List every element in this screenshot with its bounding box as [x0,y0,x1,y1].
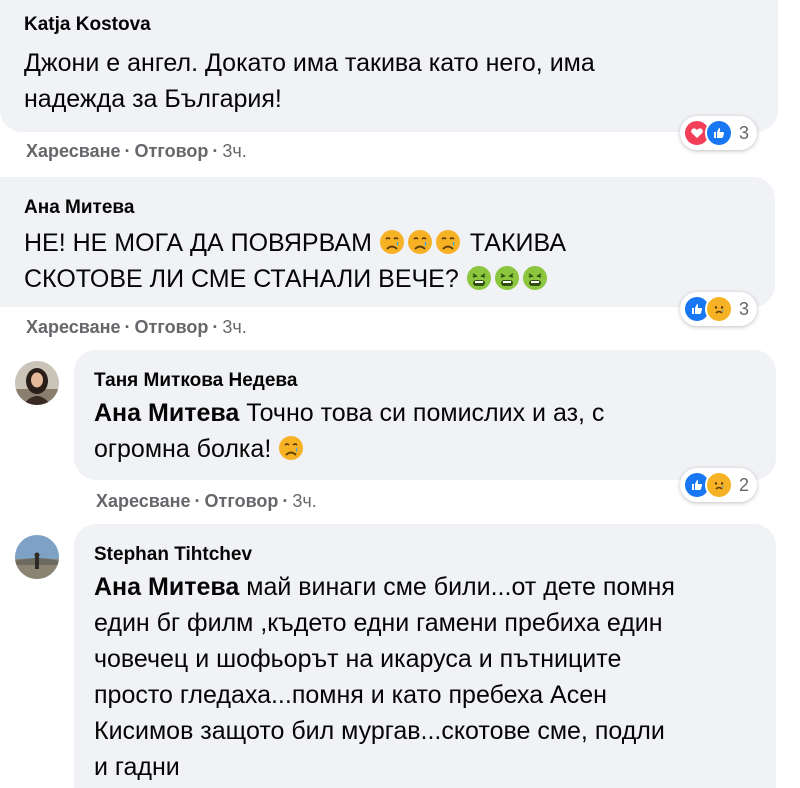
crying-face-icon [278,435,304,461]
reply-text-line: Ана Митева май винаги сме били...от дете… [94,569,764,605]
crying-face-icon [435,229,461,255]
reply-text-line: огромна болка! [94,431,754,467]
sad-reaction-icon [705,295,733,323]
reactions-summary[interactable]: 3 [680,116,758,150]
reply-text: Ана Митева Точно това си помислих и аз, … [94,395,754,467]
reply-actions: Харесване · Отговор · 3ч. [96,491,317,511]
like-link[interactable]: Харесване [96,491,191,511]
comment-text: НЕ! НЕ МОГА ДА ПОВЯРВАМ ТАКИВА СКОТОВЕ Л… [24,225,764,297]
reaction-count: 3 [739,122,750,143]
reply-bubble: Stephan Tihtchev Ана Митева май винаги с… [74,524,776,788]
reactions-summary[interactable]: 3 [680,292,758,326]
comment-text-line: Джони е ангел. Докато има такива като не… [24,49,595,77]
reply-text: Ана Митева май винаги сме били...от дете… [94,569,764,785]
text-span: СКОТОВЕ ЛИ СМЕ СТАНАЛИ ВЕЧЕ? [24,265,459,293]
comment-text-line: СКОТОВЕ ЛИ СМЕ СТАНАЛИ ВЕЧЕ? [24,261,764,297]
reply-link[interactable]: Отговор [135,317,209,337]
comment-author[interactable]: Ана Митева [24,197,134,219]
mention-link[interactable]: Ана Митева [94,573,239,601]
reply-text-line: Ана Митева Точно това си помислих и аз, … [94,395,754,431]
text-span: огромна болка! [94,435,272,463]
reply-author[interactable]: Stephan Tihtchev [94,544,252,566]
like-reaction-icon [705,119,733,147]
comment-text-line: НЕ! НЕ МОГА ДА ПОВЯРВАМ ТАКИВА [24,225,764,261]
comment-bubble: Ана Митева НЕ! НЕ МОГА ДА ПОВЯРВАМ ТАКИВ… [0,177,775,307]
reply-text-line: просто гледаха...помня и като пребеха Ас… [94,681,607,709]
comment-author[interactable]: Katja Kostova [24,14,151,36]
reaction-count: 3 [739,298,750,319]
sad-reaction-icon [705,471,733,499]
crying-face-icon [379,229,405,255]
timestamp[interactable]: 3ч. [222,141,246,161]
reply-link[interactable]: Отговор [135,141,209,161]
nauseated-face-icon [522,265,548,291]
reply-text-line: човечец и шофьорът на икаруса и пътницит… [94,645,622,673]
text-span: НЕ! НЕ МОГА ДА ПОВЯРВАМ [24,229,372,257]
timestamp[interactable]: 3ч. [222,317,246,337]
reply-text-line: Кисимов защото бил мургав...скотове сме,… [94,717,665,745]
timestamp[interactable]: 3ч. [292,491,316,511]
reply-text-line: един бг филм ,където едни гамени пребиха… [94,609,663,637]
reactions-summary[interactable]: Харесване 2 [680,468,758,502]
reply-link[interactable]: Отговор [205,491,279,511]
nauseated-face-icon [494,265,520,291]
reply-text-line: и гадни [94,753,180,781]
comment-text-line: надежда за България! [24,85,282,113]
nauseated-face-icon [466,265,492,291]
reply-bubble: Таня Миткова Недева Ана Митева Точно тов… [74,350,776,480]
text-span: Точно това си помислих и аз, с [246,399,605,427]
reaction-count: 2 [739,474,750,495]
text-span: май винаги сме били...от дете помня [246,573,675,601]
mention-link[interactable]: Ана Митева [94,399,239,427]
like-link[interactable]: Харесване [26,141,121,161]
comment-actions: Харесване · Отговор · 3ч. [26,317,247,337]
crying-face-icon [407,229,433,255]
text-span: ТАКИВА [469,229,567,257]
reply-author[interactable]: Таня Миткова Недева [94,370,297,392]
comment-actions: Харесване · Отговор · 3ч. [26,141,247,161]
comment-bubble: Katja Kostova Джони е ангел. Докато има … [0,0,778,132]
comment-text: Джони е ангел. Докато има такива като не… [24,45,764,117]
like-link[interactable]: Харесване [26,317,121,337]
avatar[interactable] [15,361,59,405]
avatar[interactable] [15,535,59,579]
